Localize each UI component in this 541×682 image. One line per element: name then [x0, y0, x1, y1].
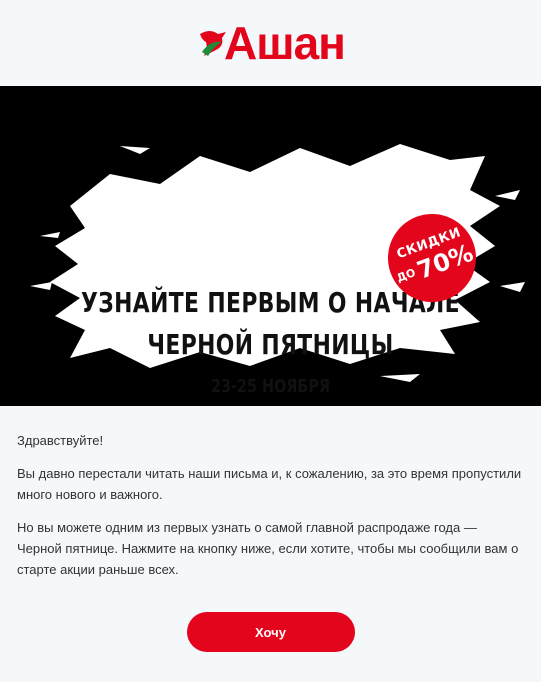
body-paragraph-2: Но вы можете одним из первых узнать о са…: [17, 520, 519, 577]
banner-dates: 23-25 НОЯБРЯ: [210, 376, 331, 397]
badge-prefix: ДО: [394, 266, 418, 285]
auchan-logo[interactable]: Ашан: [196, 17, 346, 69]
greeting-text: Здравствуйте!: [17, 433, 104, 448]
email-body: Здравствуйте! Вы давно перестали читать …: [0, 406, 541, 652]
black-friday-banner[interactable]: УЗНАЙТЕ ПЕРВЫМ О НАЧАЛЕ ЧЕРНОЙ ПЯТНИЦЫ 2…: [0, 86, 541, 406]
logo-text: Ашан: [224, 17, 346, 69]
want-button[interactable]: Хочу: [186, 612, 355, 652]
body-paragraph-1: Вы давно перестали читать наши письма и,…: [17, 466, 522, 502]
cta-container: Хочу: [17, 612, 524, 652]
email-header: Ашан: [0, 0, 541, 86]
banner-title-line2: ЧЕРНОЙ ПЯТНИЦЫ: [147, 328, 394, 361]
